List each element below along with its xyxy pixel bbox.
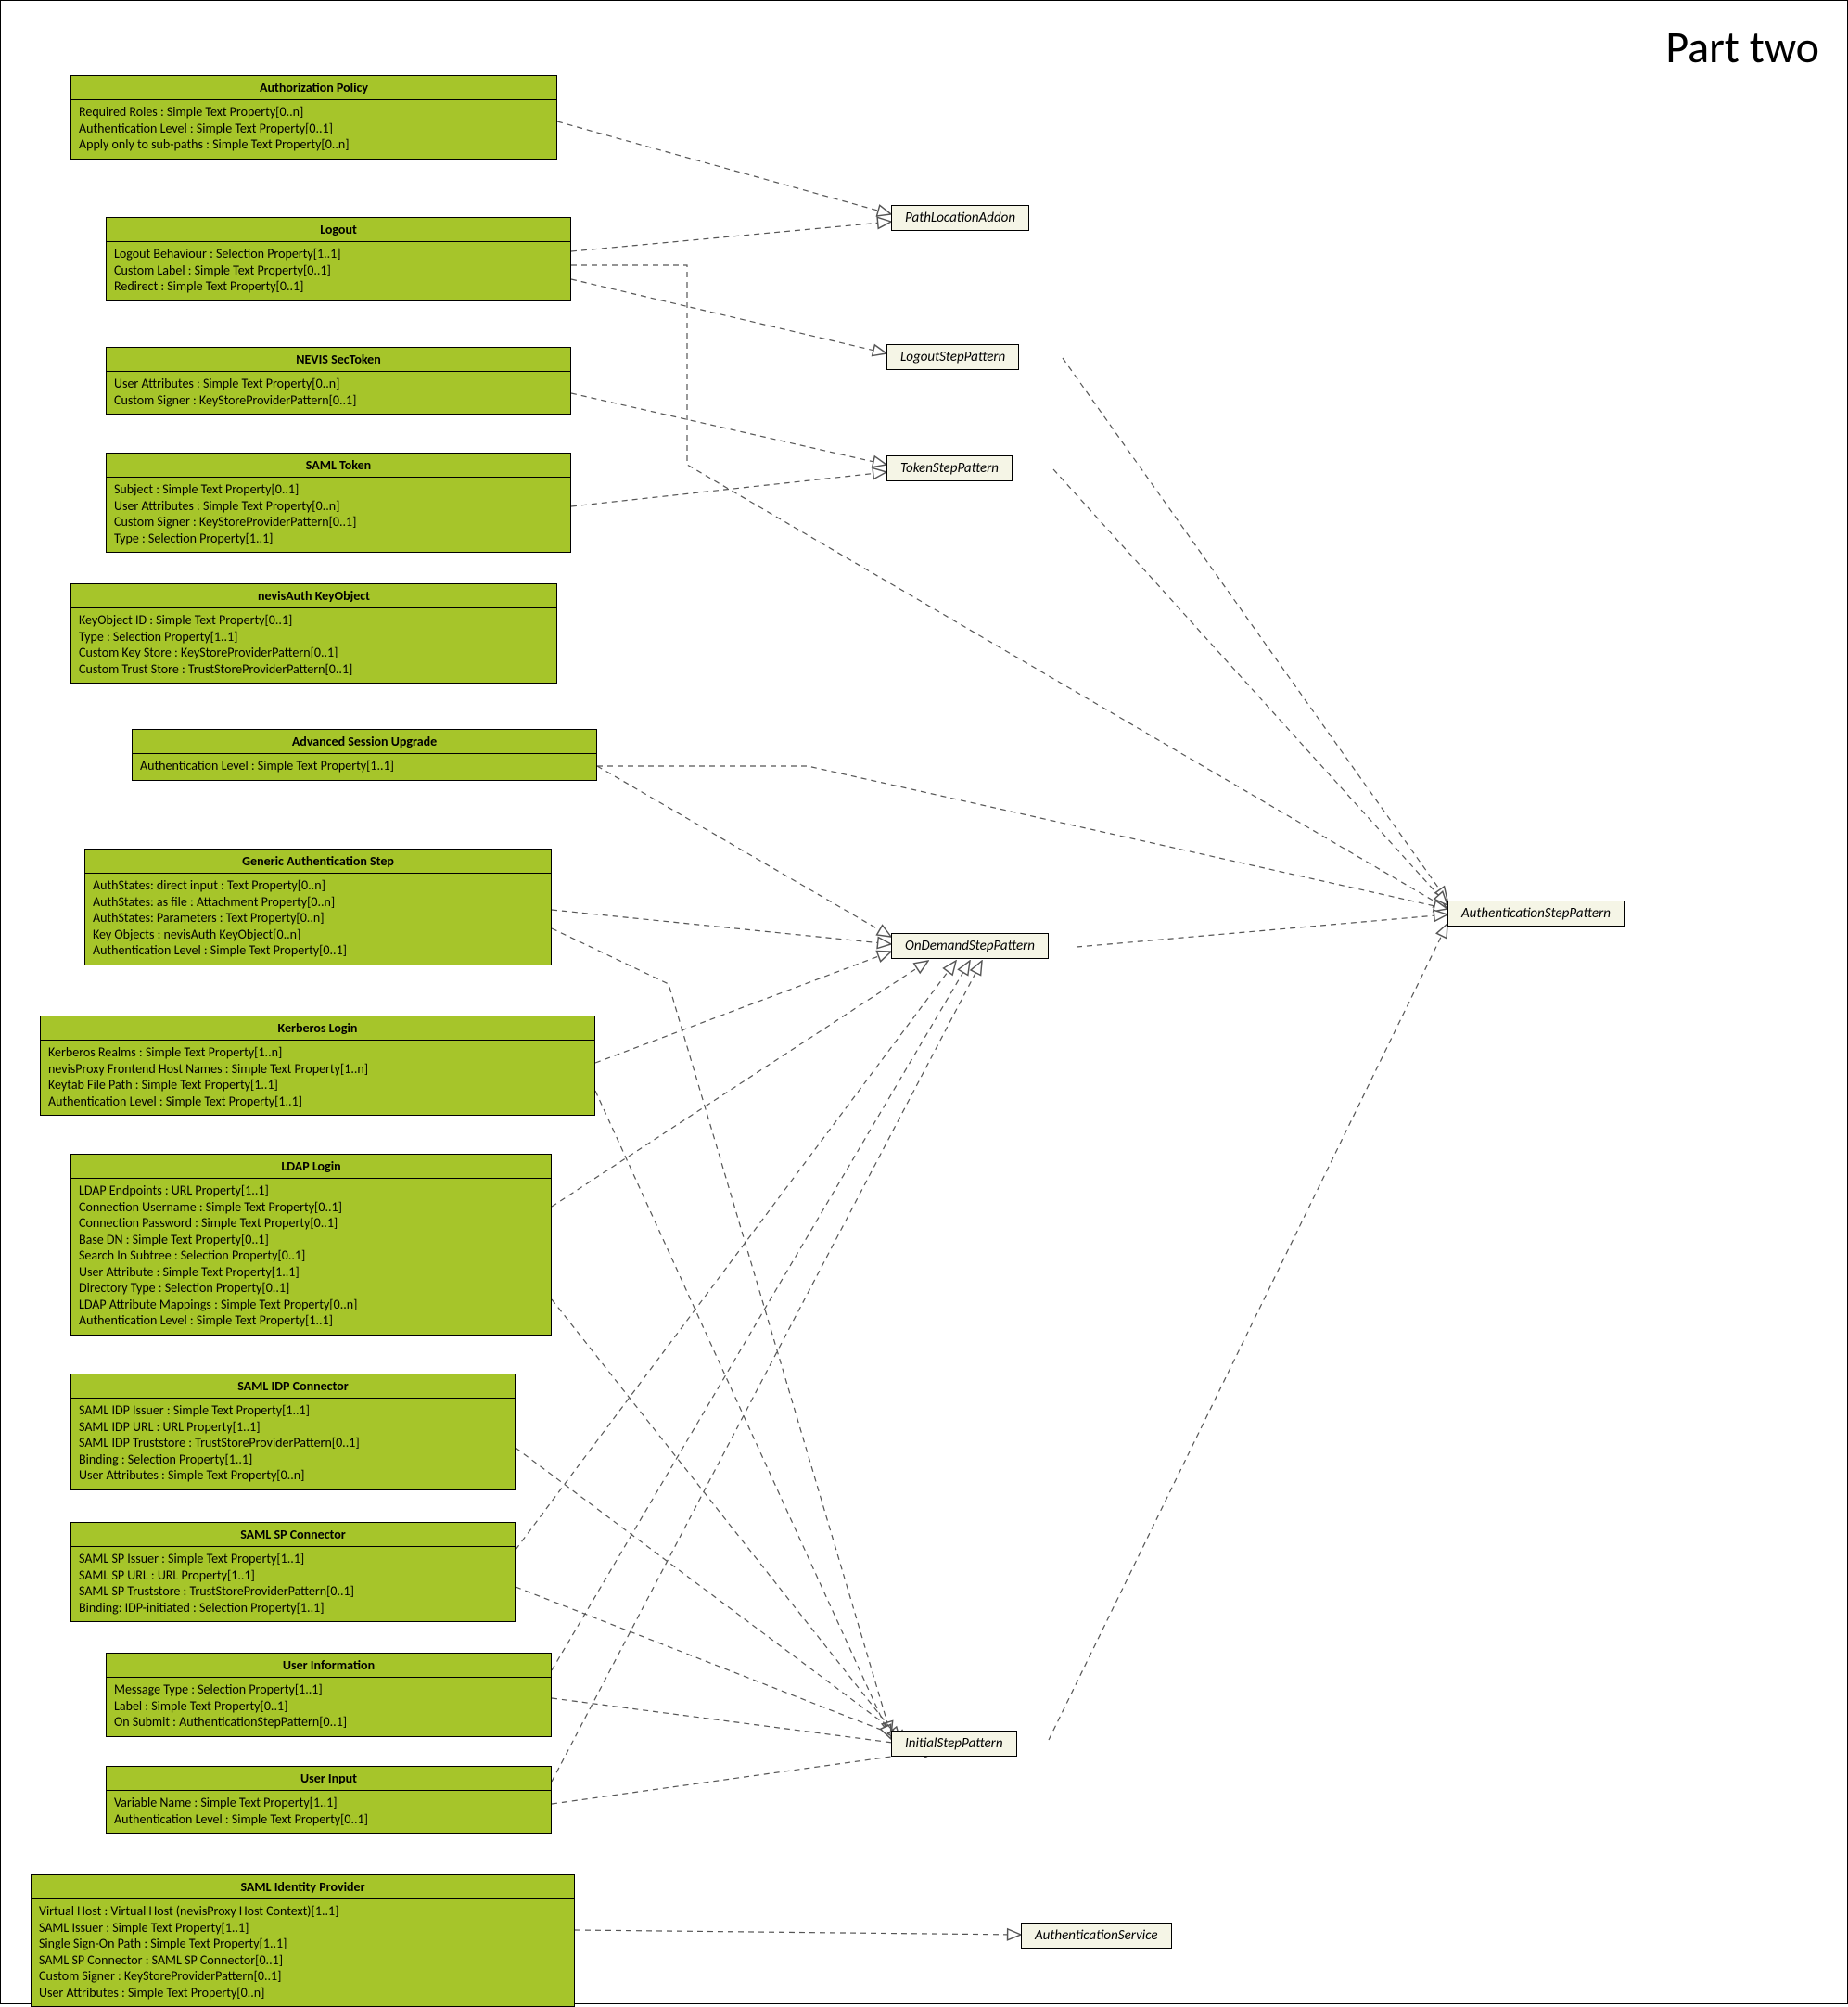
class-saml-idp-connector: SAML IDP Connector SAML IDP Issuer : Sim… — [70, 1374, 516, 1490]
diagram-canvas: Part two — [0, 0, 1848, 2004]
class-user-information: User Information Message Type : Selectio… — [106, 1653, 552, 1737]
class-header: Authorization Policy — [71, 76, 556, 100]
class-saml-sp-connector: SAML SP Connector SAML SP Issuer : Simpl… — [70, 1522, 516, 1622]
class-body: Required Roles : Simple Text Property[0.… — [71, 100, 556, 159]
page-title: Part two — [1665, 19, 1819, 74]
iface-path-location-addon: PathLocationAddon — [891, 205, 1029, 231]
iface-authentication-service: AuthenticationService — [1021, 1923, 1172, 1949]
class-user-input: User Input Variable Name : Simple Text P… — [106, 1766, 552, 1834]
class-advanced-session-upgrade: Advanced Session Upgrade Authentication … — [132, 729, 597, 781]
iface-authentication-step-pattern: AuthenticationStepPattern — [1447, 901, 1625, 927]
iface-token-step-pattern: TokenStepPattern — [886, 455, 1013, 481]
iface-initial-step-pattern: InitialStepPattern — [891, 1731, 1017, 1757]
class-saml-identity-provider: SAML Identity Provider Virtual Host : Vi… — [31, 1874, 575, 2007]
iface-logout-step-pattern: LogoutStepPattern — [886, 344, 1019, 370]
class-nevisauth-keyobject: nevisAuth KeyObject KeyObject ID : Simpl… — [70, 583, 557, 684]
class-nevis-sectoken: NEVIS SecToken User Attributes : Simple … — [106, 347, 571, 415]
class-ldap-login: LDAP Login LDAP Endpoints : URL Property… — [70, 1154, 552, 1336]
iface-ondemand-step-pattern: OnDemandStepPattern — [891, 933, 1049, 959]
class-kerberos-login: Kerberos Login Kerberos Realms : Simple … — [40, 1016, 595, 1116]
class-generic-auth-step: Generic Authentication Step AuthStates: … — [84, 849, 552, 965]
class-authorization-policy: Authorization Policy Required Roles : Si… — [70, 75, 557, 160]
class-saml-token: SAML Token Subject : Simple Text Propert… — [106, 453, 571, 553]
class-logout: Logout Logout Behaviour : Selection Prop… — [106, 217, 571, 301]
